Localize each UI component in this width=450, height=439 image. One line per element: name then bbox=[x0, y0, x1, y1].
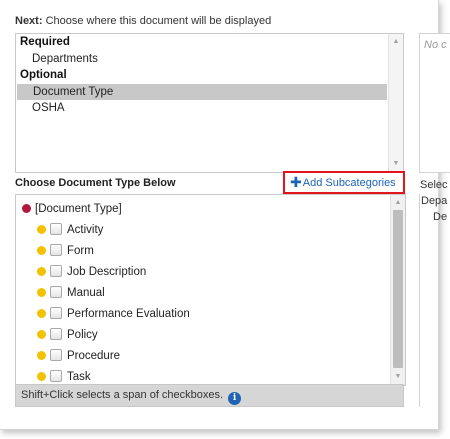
document-type-tree: [Document Type] Activity Form Job Descri… bbox=[15, 194, 406, 386]
right-heading: Selec bbox=[420, 179, 448, 191]
add-subcategories-label: Add Subcategories bbox=[302, 177, 396, 189]
tree-item-policy[interactable]: Policy bbox=[37, 328, 98, 342]
checkbox[interactable] bbox=[50, 349, 62, 361]
tree-item-task[interactable]: Task bbox=[37, 370, 91, 384]
tree-item-manual[interactable]: Manual bbox=[37, 286, 105, 300]
tree-item-procedure[interactable]: Procedure bbox=[37, 349, 120, 363]
tree-item-label: Manual bbox=[67, 287, 105, 299]
tree-item-label: Form bbox=[67, 245, 94, 257]
tree-item-label: Job Description bbox=[67, 266, 147, 278]
tree-item-performance-evaluation[interactable]: Performance Evaluation bbox=[37, 307, 190, 321]
checkbox[interactable] bbox=[50, 328, 62, 340]
no-choice-text: No c bbox=[424, 39, 447, 51]
scroll-thumb[interactable] bbox=[393, 210, 403, 368]
info-icon[interactable]: i bbox=[228, 392, 242, 405]
scroll-up-icon[interactable]: ▲ bbox=[389, 36, 403, 48]
option-osha[interactable]: OSHA bbox=[16, 100, 403, 117]
footer-hint-bar: Shift+Click selects a span of checkboxes… bbox=[15, 384, 404, 407]
tree-item-label: Task bbox=[67, 371, 91, 383]
tree-scrollbar[interactable]: ▲ ▼ bbox=[390, 195, 405, 385]
item-dot-icon bbox=[37, 372, 46, 381]
tree-root[interactable]: [Document Type] bbox=[22, 202, 122, 216]
option-departments[interactable]: Departments bbox=[16, 51, 403, 68]
item-dot-icon bbox=[37, 267, 46, 276]
checkbox[interactable] bbox=[50, 244, 62, 256]
tree-item-label: Activity bbox=[67, 224, 104, 236]
section-title: Choose Document Type Below bbox=[15, 177, 176, 189]
footer-hint-text: Shift+Click selects a span of checkboxes… bbox=[21, 389, 224, 401]
checkbox[interactable] bbox=[50, 307, 62, 319]
item-dot-icon bbox=[37, 309, 46, 318]
listbox-scrollbar[interactable]: ▲ ▼ bbox=[388, 34, 403, 172]
option-document-type[interactable]: Document Type bbox=[17, 83, 387, 100]
root-dot-icon bbox=[22, 204, 31, 213]
item-dot-icon bbox=[37, 351, 46, 360]
group-optional: Optional bbox=[20, 69, 67, 81]
right-lower-panel bbox=[419, 194, 450, 407]
tree-item-activity[interactable]: Activity bbox=[37, 223, 103, 237]
item-dot-icon bbox=[37, 288, 46, 297]
tree-item-form[interactable]: Form bbox=[37, 244, 94, 258]
checkbox[interactable] bbox=[50, 265, 62, 277]
display-location-listbox[interactable]: Required Departments Optional Document T… bbox=[15, 33, 404, 173]
selected-locations-panel: No c bbox=[419, 33, 450, 173]
item-dot-icon bbox=[37, 246, 46, 255]
tree-item-label: Performance Evaluation bbox=[67, 308, 190, 320]
item-dot-icon bbox=[37, 225, 46, 234]
group-required: Required bbox=[20, 36, 70, 48]
instruction-text: Next: Choose where this document will be… bbox=[15, 15, 271, 27]
checkbox[interactable] bbox=[50, 223, 62, 235]
tree-item-job-description[interactable]: Job Description bbox=[37, 265, 146, 279]
tree-item-label: Policy bbox=[67, 329, 98, 341]
checkbox[interactable] bbox=[50, 370, 62, 382]
add-subcategories-button[interactable]: ✚Add Subcategories bbox=[283, 171, 405, 194]
item-dot-icon bbox=[37, 330, 46, 339]
scroll-down-icon[interactable]: ▼ bbox=[391, 371, 405, 383]
instruction-prefix: Next: bbox=[15, 15, 43, 27]
instruction-body: Choose where this document will be displ… bbox=[45, 15, 272, 27]
tree-item-label: Procedure bbox=[67, 350, 121, 362]
tree-root-label: [Document Type] bbox=[35, 203, 122, 215]
plus-icon: ✚ bbox=[290, 174, 302, 190]
checkbox[interactable] bbox=[50, 286, 62, 298]
scroll-up-icon[interactable]: ▲ bbox=[391, 197, 405, 209]
scroll-down-icon[interactable]: ▼ bbox=[389, 158, 403, 170]
